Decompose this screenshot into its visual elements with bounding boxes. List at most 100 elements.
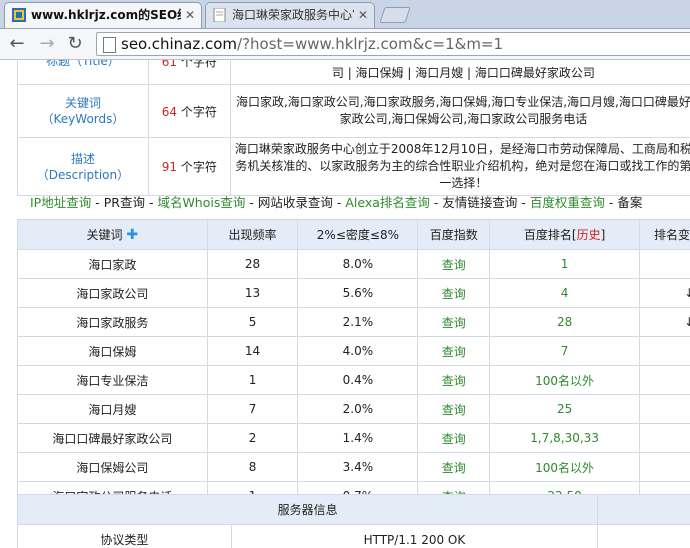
- link-index-lookup[interactable]: 网站收录查询: [258, 195, 333, 210]
- page-icon: [103, 37, 116, 53]
- server-info-extra-header: [597, 494, 690, 525]
- rank-history-link[interactable]: 历史: [577, 228, 601, 242]
- table-row: 海口月嫂72.0%查询25-: [17, 394, 690, 424]
- baidu-index-query-link[interactable]: 查询: [417, 365, 491, 395]
- browser-tab-bar: www.hklrjz.com的SEO综 ✕ 海口琳荣家政服务中心官方 ✕: [0, 0, 690, 29]
- title-label: 标题（Title）: [17, 60, 149, 85]
- forward-arrow-icon[interactable]: →: [36, 33, 58, 55]
- baidu-index-query-link[interactable]: 查询: [417, 423, 491, 453]
- baidu-index-query-link[interactable]: 查询: [417, 336, 491, 366]
- baidu-index-query-link[interactable]: 查询: [417, 452, 491, 482]
- table-row: 海口口碑最好家政公司21.4%查询1,7,8,30,33-: [17, 423, 690, 453]
- baidu-index-query-link[interactable]: 查询: [417, 278, 491, 308]
- baidu-index-query-link[interactable]: 查询: [417, 249, 491, 279]
- table-row: 海口专业保洁10.4%查询100名以外-: [17, 365, 690, 395]
- frequency-cell: 28: [206, 249, 299, 279]
- baidu-rank-cell: 100名以外: [489, 365, 641, 395]
- rank-change-cell: -: [639, 365, 690, 395]
- keyword-cell: 海口家政: [17, 249, 208, 279]
- frequency-cell: 2: [206, 423, 299, 453]
- baidu-rank-cell: 4: [489, 278, 641, 308]
- address-bar[interactable]: seo.chinaz.com/?host=www.hklrjz.com&c=1&…: [96, 32, 690, 56]
- table-row: 海口家政288.0%查询1-: [17, 249, 690, 279]
- keyword-cell: 海口家政公司: [17, 278, 208, 308]
- description-count: 91 个字符: [147, 137, 231, 196]
- title-value: 司 | 海口保姆 | 海口月嫂 | 海口口碑最好家政公司: [229, 60, 690, 85]
- table-row: 海口家政服务52.1%查询28↓2: [17, 307, 690, 337]
- keywords-count: 64 个字符: [147, 84, 231, 138]
- link-baidu-weight-lookup[interactable]: 百度权重查询: [530, 195, 605, 210]
- tab-title: www.hklrjz.com的SEO综: [31, 8, 181, 22]
- density-cell: 3.4%: [297, 452, 419, 482]
- link-pr-lookup[interactable]: PR查询: [104, 195, 145, 210]
- table-row: 海口保姆公司83.4%查询100名以外-: [17, 452, 690, 482]
- page-favicon-icon: [213, 8, 226, 22]
- col-rank-change-header: 排名变: [639, 219, 690, 250]
- back-arrow-icon[interactable]: ←: [6, 33, 28, 55]
- protocol-value: HTTP/1.1 200 OK: [230, 524, 599, 548]
- baidu-rank-cell: 25: [489, 394, 641, 424]
- rank-change-cell: -: [639, 423, 690, 453]
- keyword-cell: 海口月嫂: [17, 394, 208, 424]
- keyword-cell: 海口口碑最好家政公司: [17, 423, 208, 453]
- page-content: 标题（Title） 61 个字符 司 | 海口保姆 | 海口月嫂 | 海口口碑最…: [0, 60, 690, 548]
- meta-info-table: 标题（Title） 61 个字符 司 | 海口保姆 | 海口月嫂 | 海口口碑最…: [17, 60, 690, 196]
- density-cell: 2.1%: [297, 307, 419, 337]
- link-beian-lookup[interactable]: 备案: [617, 195, 642, 210]
- reload-icon[interactable]: ↻: [64, 33, 86, 55]
- add-keyword-icon[interactable]: ✚: [126, 227, 138, 243]
- tab-seo-chinaz[interactable]: www.hklrjz.com的SEO综 ✕: [4, 2, 202, 28]
- server-info-table: 服务器信息 协议类型 HTTP/1.1 200 OK: [16, 494, 690, 548]
- tab-title: 海口琳荣家政服务中心官方: [232, 8, 354, 22]
- frequency-cell: 1: [206, 365, 299, 395]
- title-row: 标题（Title） 61 个字符 司 | 海口保姆 | 海口月嫂 | 海口口碑最…: [17, 60, 690, 85]
- table-row: 海口保姆144.0%查询7-: [17, 336, 690, 366]
- keyword-table-header: 关键词 ✚ 出现频率 2%≤密度≤8% 百度指数 百度排名[历史] 排名变: [17, 219, 690, 250]
- col-frequency-header: 出现频率: [206, 219, 299, 250]
- col-baidu-index-header: 百度指数: [417, 219, 491, 250]
- baidu-rank-cell: 7: [489, 336, 641, 366]
- server-info-header: 服务器信息: [16, 494, 690, 525]
- server-info-title: 服务器信息: [16, 494, 599, 525]
- baidu-rank-cell: 100名以外: [489, 452, 641, 482]
- rank-change-cell: ↓2: [639, 278, 690, 308]
- protocol-row: 协议类型 HTTP/1.1 200 OK: [17, 524, 690, 548]
- tab-close-icon[interactable]: ✕: [185, 3, 195, 27]
- density-cell: 8.0%: [297, 249, 419, 279]
- link-ip-lookup[interactable]: IP地址查询: [30, 195, 91, 210]
- title-count: 61 个字符: [147, 60, 231, 85]
- baidu-rank-cell: 1,7,8,30,33: [489, 423, 641, 453]
- url-text: seo.chinaz.com/?host=www.hklrjz.com&c=1&…: [121, 35, 504, 53]
- rank-change-cell: ↓2: [639, 307, 690, 337]
- keywords-row: 关键词 （KeyWords） 64 个字符 海口家政,海口家政公司,海口家政服务,…: [17, 84, 690, 138]
- keywords-value: 海口家政,海口家政公司,海口家政服务,海口保姆,海口专业保洁,海口月嫂,海口口碑…: [229, 84, 690, 138]
- baidu-index-query-link[interactable]: 查询: [417, 394, 491, 424]
- col-density-header: 2%≤密度≤8%: [297, 219, 419, 250]
- rank-change-cell: -: [639, 336, 690, 366]
- frequency-cell: 5: [206, 307, 299, 337]
- link-whois-lookup[interactable]: 域名Whois查询: [157, 195, 245, 210]
- rank-change-cell: -: [639, 249, 690, 279]
- protocol-label: 协议类型: [17, 524, 232, 548]
- baidu-rank-cell: 1: [489, 249, 641, 279]
- keyword-cell: 海口保姆: [17, 336, 208, 366]
- frequency-cell: 8: [206, 452, 299, 482]
- rank-change-cell: -: [639, 452, 690, 482]
- link-alexa-lookup[interactable]: Alexa排名查询: [345, 195, 430, 210]
- baidu-index-query-link[interactable]: 查询: [417, 307, 491, 337]
- description-row: 描述 （Description） 91 个字符 海口琳荣家政服务中心创立于2008…: [17, 137, 690, 196]
- tool-links-row: IP地址查询 - PR查询 - 域名Whois查询 - 网站收录查询 - Ale…: [30, 195, 643, 210]
- density-cell: 1.4%: [297, 423, 419, 453]
- tab-close-icon[interactable]: ✕: [358, 3, 368, 27]
- density-cell: 2.0%: [297, 394, 419, 424]
- table-row: 海口家政公司135.6%查询4↓2: [17, 278, 690, 308]
- tab-hklrjz[interactable]: 海口琳荣家政服务中心官方 ✕: [205, 2, 375, 28]
- keyword-cell: 海口专业保洁: [17, 365, 208, 395]
- new-tab-button[interactable]: [379, 7, 411, 23]
- keywords-label: 关键词 （KeyWords）: [17, 84, 149, 138]
- density-cell: 5.6%: [297, 278, 419, 308]
- baidu-rank-cell: 28: [489, 307, 641, 337]
- link-friendlinks-lookup[interactable]: 友情链接查询: [442, 195, 517, 210]
- frequency-cell: 7: [206, 394, 299, 424]
- description-label: 描述 （Description）: [17, 137, 149, 196]
